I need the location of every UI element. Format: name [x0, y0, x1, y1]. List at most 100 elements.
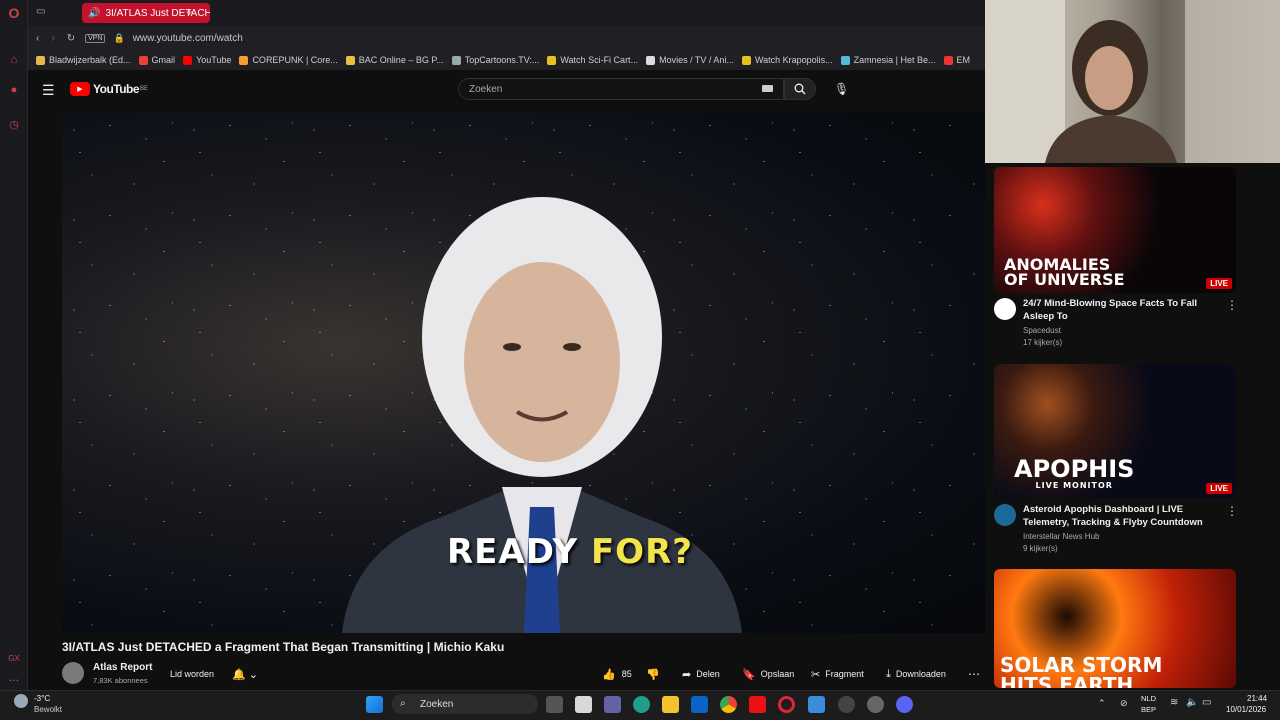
channel-name[interactable]: Atlas Report	[93, 662, 152, 673]
dislike-button[interactable]: 👎	[646, 666, 660, 682]
chrome-icon[interactable]	[720, 696, 737, 713]
thumb-1-line2: OF UNIVERSE	[1004, 270, 1125, 289]
like-button[interactable]: 👍 85	[602, 666, 632, 682]
bac-icon	[345, 55, 355, 65]
bookmark-item[interactable]: Watch Krapopolis...	[741, 55, 833, 65]
rec-2-menu-icon[interactable]: ⋮	[1226, 504, 1238, 518]
weather-temp[interactable]: -3°C	[34, 694, 50, 703]
clip-button[interactable]: ✂ Fragment	[811, 666, 864, 682]
rec-1-title[interactable]: 24/7 Mind-Blowing Space Facts To Fall As…	[1023, 298, 1223, 323]
bookmark-item[interactable]: Movies / TV / Ani...	[646, 55, 734, 65]
search-icon	[794, 83, 806, 95]
speaker-icon[interactable]: 🔊	[88, 8, 100, 19]
search-button[interactable]	[784, 78, 816, 100]
bookmark-item[interactable]: Zamnesia | Het Be...	[840, 55, 936, 65]
more-icon[interactable]: …	[6, 670, 22, 686]
youtube-play-icon: ▶	[70, 82, 90, 96]
bookmark-item[interactable]: TopCartoons.TV:...	[451, 55, 539, 65]
settings-gear-icon[interactable]	[867, 696, 884, 713]
bookmark-item[interactable]: BAC Online – BG P...	[345, 55, 444, 65]
steam-icon[interactable]	[838, 696, 855, 713]
teams-icon[interactable]	[604, 696, 621, 713]
app-icon-blue[interactable]	[808, 696, 825, 713]
taskbar-search[interactable]: Zoeken	[392, 694, 538, 714]
keyboard-icon[interactable]	[762, 85, 773, 92]
thumbnail-1[interactable]: ANOMALIES OF UNIVERSE LIVE	[994, 167, 1236, 293]
messenger-icon[interactable]: ●	[6, 82, 22, 98]
outlook-icon[interactable]	[691, 696, 708, 713]
volume-icon[interactable]: 🔈	[1186, 697, 1198, 708]
lang-line1[interactable]: NLD	[1141, 694, 1156, 703]
rec-2-viewers: 9 kijker(s)	[1023, 544, 1058, 553]
thumbnail-3[interactable]: SOLAR STORM HITS EARTH	[994, 569, 1236, 688]
bookmark-item[interactable]: Bladwijzerbalk (Ed...	[36, 55, 131, 65]
opera-gx-icon[interactable]	[778, 696, 795, 713]
region-code: BE	[140, 86, 149, 92]
opera-logo-icon[interactable]: O	[6, 5, 22, 21]
notification-bell-icon[interactable]: 🔔 ⌄	[232, 666, 258, 682]
bag-icon[interactable]: ⌂	[6, 52, 22, 68]
rec-2-title[interactable]: Asteroid Apophis Dashboard | LIVE Teleme…	[1023, 504, 1223, 529]
new-tab-button[interactable]: +	[186, 5, 193, 19]
more-actions-icon[interactable]: ⋯	[968, 666, 980, 682]
wifi-icon[interactable]: ≋	[1170, 697, 1178, 708]
file-explorer-icon[interactable]	[662, 696, 679, 713]
bookmark-item[interactable]: COREPUNK | Core...	[239, 55, 338, 65]
opera-sidebar: O ⌂ ● ◷ GX …	[0, 0, 28, 690]
webcam-person	[985, 0, 1280, 163]
channel-avatar[interactable]	[62, 662, 84, 684]
bookmark-item[interactable]: Watch Sci-Fi Cart...	[547, 55, 638, 65]
save-label: Opslaan	[760, 669, 795, 679]
vpn-badge[interactable]: VPN	[85, 33, 106, 43]
back-icon[interactable]: ‹	[36, 33, 39, 44]
clock-date[interactable]: 10/01/2026	[1226, 705, 1266, 714]
weather-icon[interactable]	[14, 694, 28, 708]
bookmark-item[interactable]: EM	[943, 55, 970, 65]
start-icon[interactable]	[366, 696, 383, 713]
share-icon: ➦	[682, 668, 692, 681]
live-badge: LIVE	[1206, 278, 1232, 289]
tab-title: 3I/ATLAS Just DETACH	[105, 7, 210, 19]
tray-icons[interactable]: ⊘	[1120, 698, 1128, 709]
tab-overview-icon[interactable]: ▭	[36, 6, 45, 17]
bookmark-item[interactable]: YouTube	[183, 55, 231, 65]
youtube-app-icon[interactable]	[749, 696, 766, 713]
bookmark-item[interactable]: Gmail	[138, 55, 175, 65]
address-bar: ‹ › ↻ VPN 🔒 www.youtube.com/watch	[28, 26, 985, 50]
task-view-icon[interactable]	[546, 696, 563, 713]
rec-1-menu-icon[interactable]: ⋮	[1226, 298, 1238, 312]
history-icon[interactable]: ◷	[6, 116, 22, 132]
microphone-icon[interactable]: 🎙	[834, 82, 849, 96]
discord-icon[interactable]	[896, 696, 913, 713]
menu-icon[interactable]: ☰	[42, 82, 55, 99]
youtube-logo[interactable]: ▶ YouTube BE	[70, 82, 148, 96]
gmail-icon	[138, 55, 148, 65]
thumbnail-2[interactable]: APOPHIS LIVE MONITOR LIVE	[994, 364, 1236, 498]
tab-strip: ▭ 🔊 3I/ATLAS Just DETACH +	[28, 0, 985, 26]
edge-icon[interactable]	[633, 696, 650, 713]
share-button[interactable]: ➦ Delen	[682, 666, 720, 682]
live-badge: LIVE	[1206, 483, 1232, 494]
calculator-icon[interactable]	[575, 696, 592, 713]
clock-time[interactable]: 21:44	[1247, 694, 1267, 703]
search-input[interactable]: Zoeken	[458, 78, 784, 100]
url-field[interactable]: www.youtube.com/watch	[133, 33, 243, 44]
save-button[interactable]: 🔖 Opslaan	[742, 666, 794, 682]
tray-chevron-icon[interactable]: ⌃	[1098, 698, 1106, 709]
lock-icon: 🔒	[113, 32, 125, 43]
channel-avatar-1[interactable]	[994, 298, 1016, 320]
video-player[interactable]: READY FOR?	[62, 112, 985, 633]
channel-avatar-2[interactable]	[994, 504, 1016, 526]
lang-line2[interactable]: BEP	[1141, 705, 1156, 714]
globe-icon	[451, 55, 461, 65]
webcam-overlay	[985, 0, 1280, 163]
bookmark-label: Watch Sci-Fi Cart...	[560, 55, 639, 65]
join-button[interactable]: Lid worden	[170, 666, 214, 682]
rec-1-channel: Spacedust	[1023, 326, 1061, 335]
reload-icon[interactable]: ↻	[67, 33, 75, 44]
youtube-icon	[183, 55, 193, 65]
download-button[interactable]: ⤓ Downloaden	[886, 666, 946, 682]
battery-icon[interactable]: ▭	[1202, 697, 1211, 708]
bookmark-label: Movies / TV / Ani...	[659, 55, 734, 65]
forward-icon[interactable]: ›	[51, 33, 54, 44]
